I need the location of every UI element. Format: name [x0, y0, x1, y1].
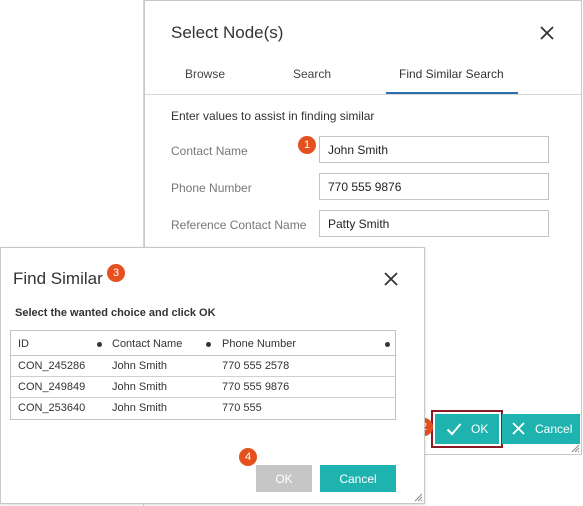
phone-number-label: Phone Number	[171, 181, 252, 195]
table-row[interactable]: CON_245286 John Smith 770 555 2578	[11, 356, 395, 377]
find-similar-title: Find Similar	[13, 269, 103, 288]
find-similar-instruction: Select the wanted choice and click OK	[15, 307, 216, 319]
step-badge-1: 1	[298, 136, 316, 154]
close-icon[interactable]	[381, 269, 401, 289]
step-badge-3: 3	[107, 264, 125, 282]
cell-phone-number: 770 555 9876	[222, 381, 290, 393]
cell-contact-name: John Smith	[112, 402, 168, 414]
cancel-x-icon	[512, 422, 525, 435]
active-tab-indicator	[386, 92, 518, 94]
column-header-id[interactable]: ID	[18, 338, 29, 350]
phone-number-input[interactable]	[319, 173, 549, 200]
tab-bar: Browse Search Find Similar Search	[145, 59, 581, 95]
cell-contact-name: John Smith	[112, 381, 168, 393]
column-menu-icon[interactable]	[385, 342, 390, 347]
step-badge-4: 4	[239, 448, 257, 466]
tab-browse[interactable]: Browse	[185, 67, 225, 81]
grid-header: ID Contact Name Phone Number	[11, 331, 395, 356]
dialog-title: Select Node(s)	[171, 23, 284, 42]
check-icon	[446, 423, 462, 436]
cancel-button-label: Cancel	[535, 422, 573, 436]
reference-contact-name-input[interactable]	[319, 210, 549, 237]
close-icon[interactable]	[537, 23, 557, 43]
resize-grip-icon[interactable]	[570, 443, 580, 453]
ok-button-label: OK	[471, 422, 489, 436]
column-menu-icon[interactable]	[97, 342, 102, 347]
find-similar-ok-button[interactable]: OK	[256, 465, 312, 492]
cell-id: CON_249849	[18, 381, 86, 393]
cell-contact-name: John Smith	[112, 360, 168, 372]
column-menu-icon[interactable]	[206, 342, 211, 347]
tab-search[interactable]: Search	[293, 67, 331, 81]
column-header-contact-name[interactable]: Contact Name	[112, 338, 182, 350]
contact-name-label: Contact Name	[171, 144, 248, 158]
column-header-phone-number[interactable]: Phone Number	[222, 338, 296, 350]
instruction-text: Enter values to assist in finding simila…	[171, 109, 375, 123]
results-grid: ID Contact Name Phone Number CON_245286 …	[10, 330, 396, 420]
table-row[interactable]: CON_249849 John Smith 770 555 9876	[11, 377, 395, 398]
cell-id: CON_245286	[18, 360, 86, 372]
reference-contact-name-row: Reference Contact Name	[171, 210, 551, 238]
reference-contact-name-label: Reference Contact Name	[171, 218, 307, 232]
ok-button[interactable]: OK	[431, 410, 503, 448]
resize-grip-icon[interactable]	[413, 492, 423, 502]
contact-name-input[interactable]	[319, 136, 549, 163]
cell-id: CON_253640	[18, 402, 86, 414]
cell-phone-number: 770 555	[222, 402, 262, 414]
table-row[interactable]: CON_253640 John Smith 770 555	[11, 398, 395, 419]
find-similar-dialog: Find Similar 3 Select the wanted choice …	[0, 247, 425, 504]
cancel-button[interactable]: Cancel	[502, 414, 580, 444]
cell-phone-number: 770 555 2578	[222, 360, 290, 372]
contact-name-row: Contact Name	[171, 136, 551, 164]
tab-find-similar-search[interactable]: Find Similar Search	[399, 67, 504, 81]
phone-number-row: Phone Number	[171, 173, 551, 201]
find-similar-cancel-button[interactable]: Cancel	[320, 465, 396, 492]
